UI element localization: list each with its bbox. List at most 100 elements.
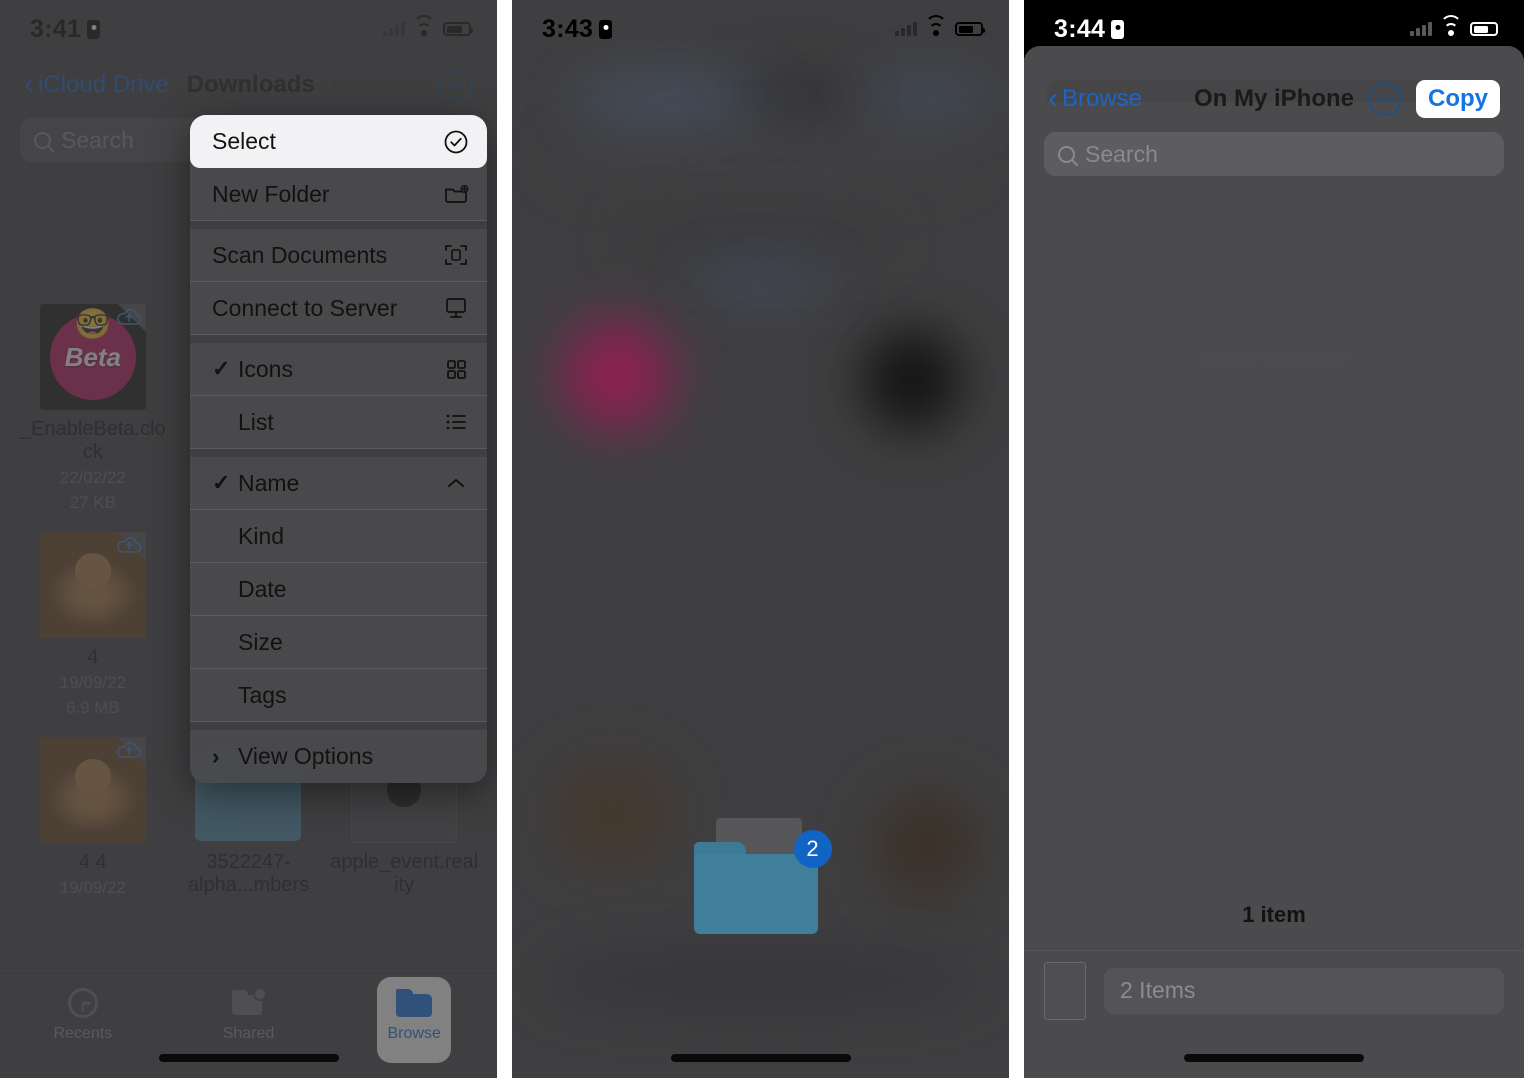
status-indicators — [1410, 15, 1500, 37]
menu-item-label: List — [238, 408, 274, 435]
navigation-bar: ‹ Browse On My iPhone Copy — [1024, 72, 1524, 126]
move-toolbar: 2 Items — [1024, 950, 1524, 1030]
battery-icon — [1470, 22, 1500, 36]
document-icon — [1044, 961, 1086, 1020]
ellipsis-circle-icon[interactable] — [439, 68, 473, 102]
list-icon — [437, 409, 469, 435]
folder-body — [693, 854, 818, 934]
menu-item-sort-tags[interactable]: Tags — [190, 669, 487, 722]
menu-item-select[interactable]: Select — [190, 115, 487, 168]
menu-item-label: View Options — [238, 743, 374, 769]
menu-item-label: Connect to Server — [212, 294, 398, 321]
item-count-label: 1 item — [1242, 902, 1306, 927]
navigation-bar: ‹ iCloud Drive Downloads ▾ — [0, 58, 497, 112]
checkmark-icon: ✓ — [212, 356, 231, 381]
menu-item-sort-date[interactable]: Date — [190, 563, 487, 616]
status-indicators — [383, 15, 473, 37]
menu-item-scan-documents[interactable]: Scan Documents — [190, 229, 487, 282]
panel-gap — [1009, 0, 1024, 1078]
server-display-icon — [437, 295, 469, 321]
status-time-group: 3:41 — [30, 14, 101, 44]
beta-label: Beta — [64, 341, 121, 372]
tab-browse[interactable]: Browse — [331, 977, 497, 1063]
file-name: _EnableBeta.clock — [19, 418, 166, 463]
search-icon — [34, 131, 51, 149]
menu-item-label: Name — [238, 469, 300, 496]
more-options-context-menu: Select New Folder Scan Documents Connect… — [190, 115, 487, 783]
tab-recents[interactable]: Recents — [0, 985, 166, 1043]
chevron-right-icon: › — [212, 743, 220, 769]
menu-item-label: Tags — [238, 681, 287, 708]
copy-button[interactable]: Copy — [1416, 80, 1500, 118]
file-name: apple_event.reality — [330, 851, 479, 897]
checkmark-icon: ✓ — [212, 470, 231, 495]
tab-label: Shared — [222, 1025, 275, 1042]
search-input[interactable]: Search — [1044, 132, 1504, 176]
menu-item-label: Scan Documents — [212, 241, 388, 268]
menu-item-list[interactable]: List — [190, 396, 487, 449]
chevron-down-icon[interactable]: ▾ — [323, 72, 349, 98]
menu-item-label: Icons — [238, 355, 293, 382]
icloud-download-icon — [116, 741, 142, 761]
search-placeholder: Search — [1085, 140, 1158, 167]
file-thumbnail: 🤓 Beta — [39, 304, 146, 410]
nav-right-actions — [439, 68, 473, 102]
file-item[interactable]: 🤓 Beta _EnableBeta.clock 22/02/22 27 KB — [18, 304, 168, 514]
lock-icon — [87, 19, 101, 39]
clock-icon — [0, 985, 166, 1021]
file-item[interactable]: 4 19/09/22 6.9 MB — [18, 532, 168, 719]
file-date: 22/02/22 — [59, 468, 126, 487]
chevron-up-icon — [437, 470, 469, 496]
back-button[interactable]: ‹ Browse — [1048, 84, 1142, 114]
menu-item-connect-to-server[interactable]: Connect to Server — [190, 282, 487, 335]
search-placeholder: Search — [61, 126, 134, 153]
cellular-signal-icon — [383, 22, 405, 36]
selected-items-folder[interactable]: 2 — [693, 818, 832, 938]
menu-item-new-folder[interactable]: New Folder — [190, 168, 487, 221]
file-size: 27 KB — [69, 493, 116, 513]
menu-item-view-options[interactable]: › View Options — [190, 730, 487, 783]
menu-separator — [190, 221, 487, 229]
file-name: 4 4 — [78, 851, 107, 874]
menu-item-label: Kind — [238, 522, 285, 549]
panel-selection-context-menu: 3:43 2 — [512, 0, 1009, 1078]
status-time-group: 3:44 — [1054, 14, 1125, 44]
chevron-left-icon: ‹ — [1048, 82, 1058, 115]
selection-count-badge: 2 — [793, 830, 832, 868]
cellular-signal-icon — [1410, 22, 1432, 36]
search-icon — [1058, 145, 1075, 163]
tab-shared[interactable]: Shared — [166, 985, 332, 1043]
panel-gap — [497, 0, 512, 1078]
file-date: 19/09/22 — [59, 673, 126, 693]
wifi-icon — [413, 15, 435, 37]
nav-right-actions: Copy — [1368, 80, 1500, 118]
menu-item-sort-kind[interactable]: Kind — [190, 510, 487, 563]
folder-badge-plus-icon — [437, 181, 469, 207]
move-sheet: ‹ Browse On My iPhone Copy Search #beste… — [1024, 46, 1524, 1078]
ellipsis-circle-icon[interactable] — [1368, 82, 1402, 116]
file-name: 4 — [87, 646, 99, 669]
tab-label: Recents — [53, 1025, 113, 1042]
status-time: 3:44 — [1054, 14, 1106, 43]
menu-item-sort-name[interactable]: ✓ Name — [190, 457, 487, 510]
panel-files-downloads: 3:41 ‹ iCloud Drive Downloads ▾ Search 🤓… — [0, 0, 497, 1078]
menu-item-label: Date — [238, 575, 287, 602]
file-thumbnail — [39, 737, 146, 844]
nerd-face-emoji: 🤓 — [74, 308, 112, 341]
menu-item-icons[interactable]: ✓ Icons — [190, 343, 487, 396]
shared-folder-icon — [166, 985, 332, 1021]
panel-move-destination-picker: 3:44 ‹ Browse On My iPhone Copy Search #… — [1024, 0, 1524, 1078]
file-size: 6.9 MB — [65, 698, 120, 718]
back-button[interactable]: ‹ iCloud Drive — [24, 70, 169, 100]
file-item[interactable]: 4 4 19/09/22 — [18, 737, 168, 899]
file-thumbnail — [39, 532, 146, 639]
menu-separator — [190, 722, 487, 730]
menu-item-sort-size[interactable]: Size — [190, 616, 487, 669]
home-indicator — [1184, 1054, 1364, 1062]
status-time: 3:41 — [30, 14, 82, 43]
background-file-name: #bestebookever — [1199, 347, 1349, 370]
menu-separator — [190, 449, 487, 457]
menu-item-label: Select — [212, 128, 276, 154]
status-bar: 3:41 — [0, 0, 497, 58]
icloud-download-icon — [116, 308, 142, 328]
